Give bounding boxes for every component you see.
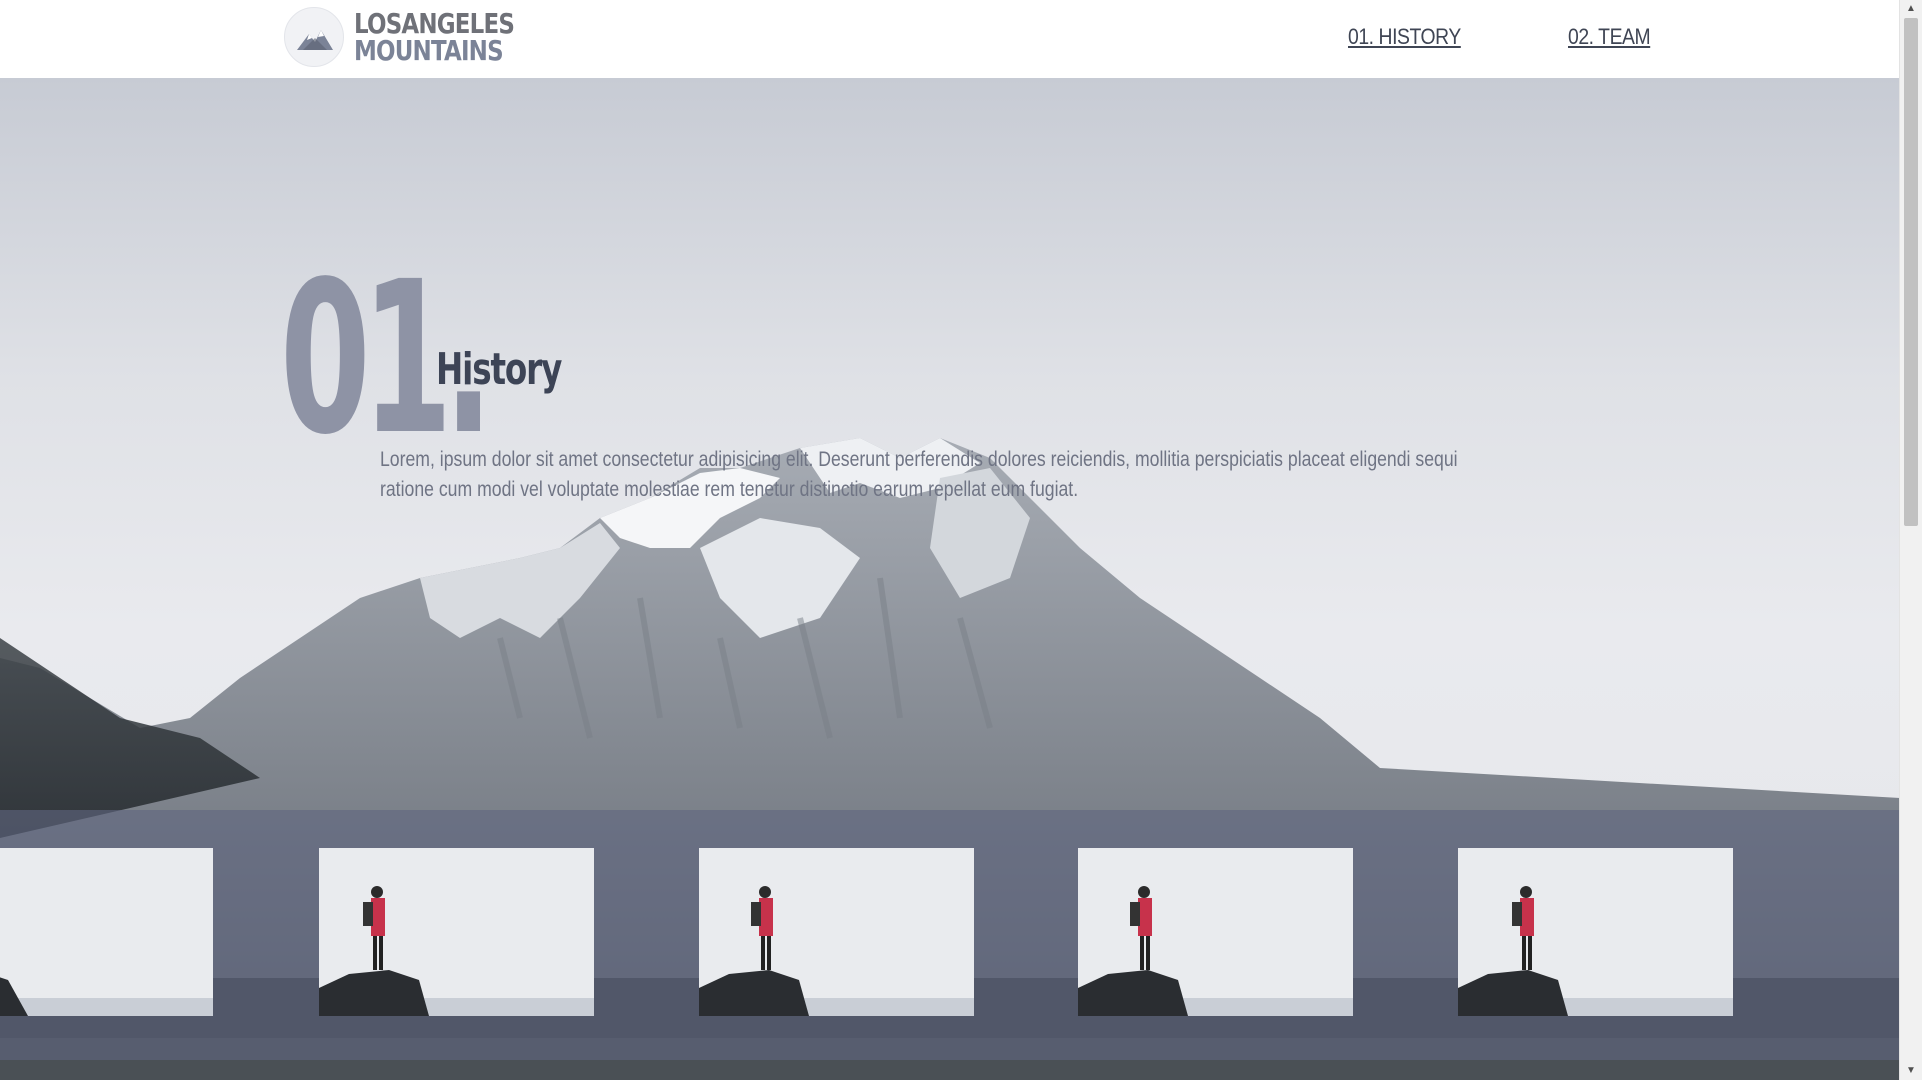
gallery-thumb-4[interactable]	[1078, 848, 1353, 1016]
brand-name: LOSANGELES MOUNTAINS	[354, 6, 549, 67]
scroll-up-arrow-icon[interactable]: ▲	[1900, 0, 1922, 18]
gallery-thumb-1[interactable]	[0, 848, 213, 1016]
brand-line-2: MOUNTAINS	[354, 34, 504, 67]
brand-logo[interactable]: LOSANGELES MOUNTAINS	[284, 7, 549, 67]
brand-line-1: LOSANGELES	[354, 6, 515, 40]
mountain-badge-icon	[284, 7, 344, 67]
section-text: Lorem, ipsum dolor sit amet consectetur …	[380, 448, 1458, 501]
main-nav: 01. HISTORY 02. TEAM	[1348, 24, 1662, 50]
gallery-thumb-3[interactable]	[699, 848, 974, 1016]
page-scrollbar[interactable]: ▲ ▼	[1899, 0, 1922, 1080]
nav-link-team[interactable]: 02. TEAM	[1568, 24, 1651, 50]
gallery-strip	[0, 810, 1900, 1060]
site-header: LOSANGELES MOUNTAINS 01. HISTORY 02. TEA…	[0, 0, 1900, 78]
scrollbar-thumb[interactable]	[1904, 18, 1918, 526]
gallery-thumb-2[interactable]	[319, 848, 594, 1016]
nav-link-history[interactable]: 01. HISTORY	[1348, 24, 1461, 50]
section-title: History	[436, 344, 562, 395]
hero-section: 01. History Lorem, ipsum dolor sit amet …	[0, 78, 1900, 1080]
gallery-thumb-5[interactable]	[1458, 848, 1733, 1016]
scroll-down-arrow-icon[interactable]: ▼	[1900, 1062, 1922, 1080]
